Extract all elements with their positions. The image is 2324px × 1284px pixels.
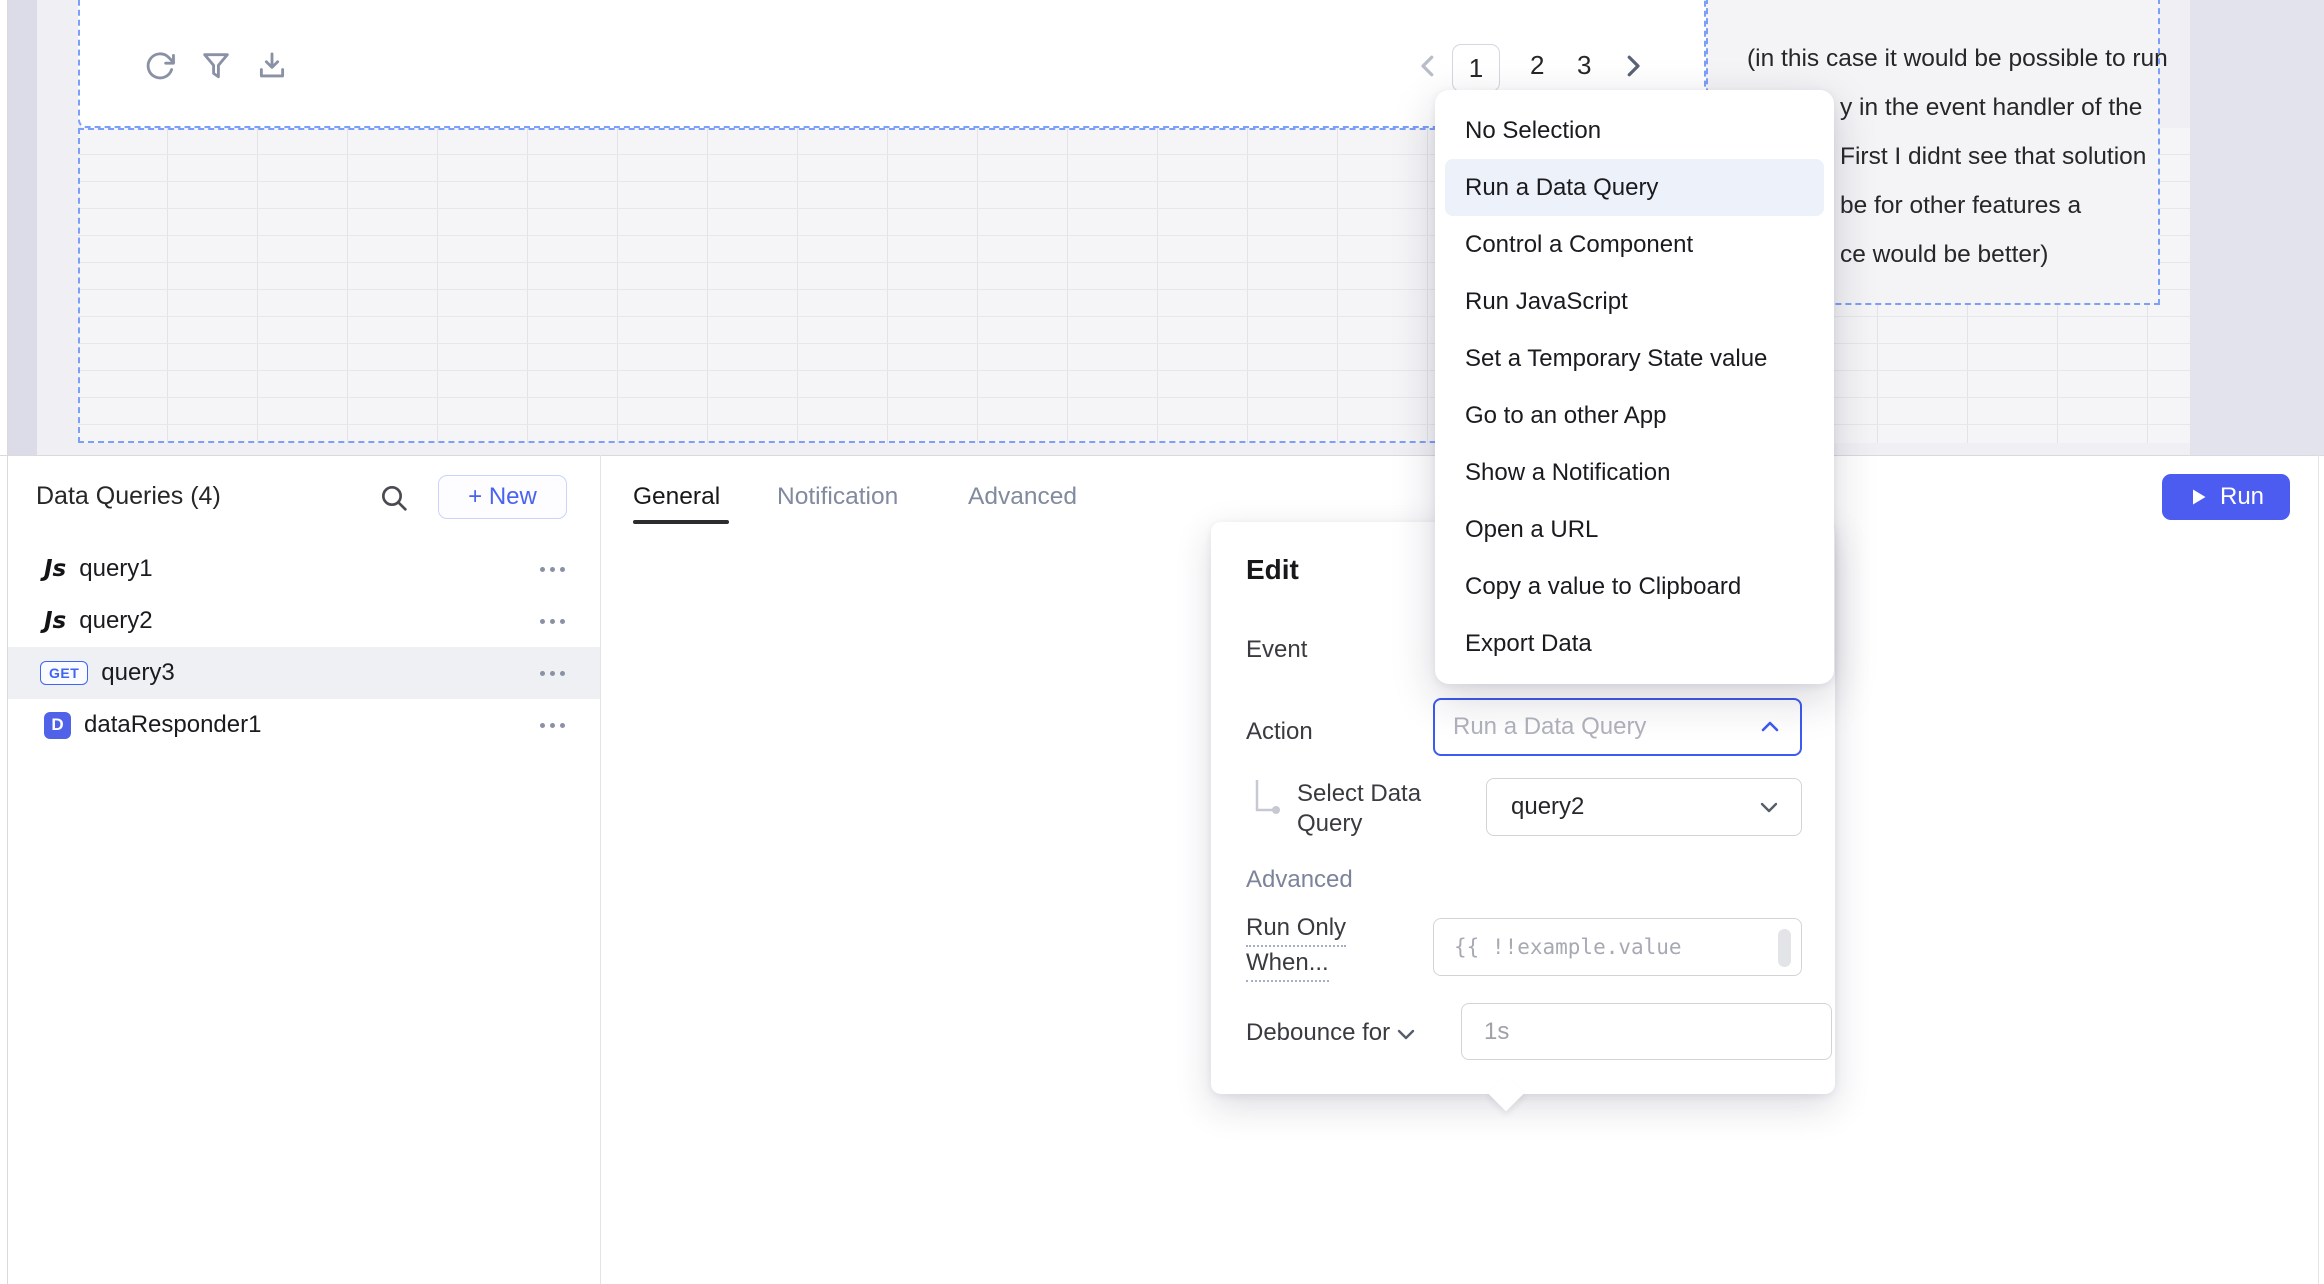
app-canvas: 1 2 3 (in this case it would be possible… bbox=[0, 0, 2324, 455]
action-select-dropdown-menu: No Selection Run a Data Query Control a … bbox=[1435, 90, 1834, 684]
menu-item-control-a-component[interactable]: Control a Component bbox=[1445, 216, 1824, 273]
run-only-when-input[interactable]: {{ !!example.value bbox=[1433, 918, 1802, 976]
note-line-3: First I didnt see that solution bbox=[1840, 142, 2146, 172]
active-tab-underline bbox=[633, 520, 729, 524]
action-label: Action bbox=[1246, 718, 1313, 746]
get-badge: GET bbox=[40, 661, 88, 685]
query-options-icon[interactable] bbox=[540, 567, 565, 572]
debounce-input[interactable] bbox=[1461, 1003, 1832, 1060]
pagination-page-current[interactable]: 1 bbox=[1452, 44, 1500, 92]
action-select-placeholder: Run a Data Query bbox=[1453, 713, 1646, 741]
tab-general[interactable]: General bbox=[633, 483, 720, 511]
query-name: query3 bbox=[101, 659, 174, 687]
note-line-5: ce would be better) bbox=[1840, 240, 2048, 270]
panel-right-divider bbox=[2318, 455, 2319, 1284]
query-options-icon[interactable] bbox=[540, 671, 565, 676]
pagination-page-2[interactable]: 2 bbox=[1530, 50, 1544, 81]
menu-item-go-to-other-app[interactable]: Go to an other App bbox=[1445, 387, 1824, 444]
run-only-when-label-line1: Run Only bbox=[1246, 914, 1346, 947]
debounce-label: Debounce for bbox=[1246, 1019, 1390, 1047]
query-options-icon[interactable] bbox=[540, 723, 565, 728]
run-button-label: Run bbox=[2220, 483, 2264, 511]
filter-icon[interactable] bbox=[199, 49, 233, 83]
left-edge-divider bbox=[7, 0, 8, 1284]
menu-item-show-notification[interactable]: Show a Notification bbox=[1445, 444, 1824, 501]
refresh-icon[interactable] bbox=[143, 49, 177, 83]
play-icon bbox=[2188, 487, 2208, 507]
data-queries-title: Data Queries (4) bbox=[36, 482, 221, 511]
search-icon[interactable] bbox=[378, 482, 410, 514]
chevron-up-icon bbox=[1758, 715, 1782, 739]
note-line-4: be for other features a bbox=[1840, 191, 2081, 221]
chevron-down-icon[interactable] bbox=[1394, 1022, 1418, 1046]
menu-item-export-data[interactable]: Export Data bbox=[1445, 615, 1824, 672]
tab-notification[interactable]: Notification bbox=[777, 483, 898, 511]
canvas-right-margin bbox=[2190, 0, 2324, 455]
note-line-2: y in the event handler of the bbox=[1840, 93, 2142, 123]
action-select[interactable]: Run a Data Query bbox=[1433, 698, 1802, 756]
input-scrollbar bbox=[1778, 929, 1791, 967]
menu-item-open-a-url[interactable]: Open a URL bbox=[1445, 501, 1824, 558]
menu-item-run-javascript[interactable]: Run JavaScript bbox=[1445, 273, 1824, 330]
popover-title: Edit bbox=[1246, 554, 1299, 586]
chevron-down-icon bbox=[1757, 795, 1781, 819]
new-query-button[interactable]: + New bbox=[438, 475, 567, 519]
pagination-next-icon[interactable] bbox=[1618, 51, 1648, 81]
download-icon[interactable] bbox=[255, 49, 289, 83]
query-name: dataResponder1 bbox=[84, 711, 261, 739]
query-list-item-query2[interactable]: Js query2 bbox=[8, 595, 600, 647]
menu-item-set-temporary-state[interactable]: Set a Temporary State value bbox=[1445, 330, 1824, 387]
js-badge: Js bbox=[44, 556, 66, 582]
pagination-prev-icon[interactable] bbox=[1413, 51, 1443, 81]
query-list-item-query3[interactable]: GET query3 bbox=[8, 647, 600, 699]
menu-item-copy-to-clipboard[interactable]: Copy a value to Clipboard bbox=[1445, 558, 1824, 615]
query-options-icon[interactable] bbox=[540, 619, 565, 624]
tree-branch-icon bbox=[1253, 778, 1285, 824]
query-list-item-query1[interactable]: Js query1 bbox=[8, 543, 600, 595]
run-only-when-label-line2: When... bbox=[1246, 949, 1329, 982]
pagination-page-3[interactable]: 3 bbox=[1577, 50, 1591, 81]
tab-advanced[interactable]: Advanced bbox=[968, 483, 1077, 511]
event-label: Event bbox=[1246, 636, 1307, 664]
query-name: query1 bbox=[79, 555, 152, 583]
run-only-when-placeholder: {{ !!example.value bbox=[1454, 935, 1682, 959]
datasource-badge: D bbox=[44, 712, 71, 739]
data-query-select-value: query2 bbox=[1511, 793, 1584, 821]
menu-item-no-selection[interactable]: No Selection bbox=[1445, 102, 1824, 159]
menu-item-run-a-data-query[interactable]: Run a Data Query bbox=[1445, 159, 1824, 216]
sidebar-divider bbox=[600, 455, 601, 1284]
run-query-button[interactable]: Run bbox=[2162, 474, 2290, 520]
canvas-left-margin bbox=[8, 0, 37, 455]
note-line-1: (in this case it would be possible to ru… bbox=[1747, 44, 2168, 74]
select-data-query-label-line2: Query bbox=[1297, 810, 1362, 838]
select-data-query-label-line1: Select Data bbox=[1297, 780, 1421, 808]
query-name: query2 bbox=[79, 607, 152, 635]
data-query-select[interactable]: query2 bbox=[1486, 778, 1802, 836]
advanced-section-label: Advanced bbox=[1246, 866, 1353, 894]
query-list-item-dataresponder1[interactable]: D dataResponder1 bbox=[8, 699, 600, 751]
js-badge: Js bbox=[44, 608, 66, 634]
